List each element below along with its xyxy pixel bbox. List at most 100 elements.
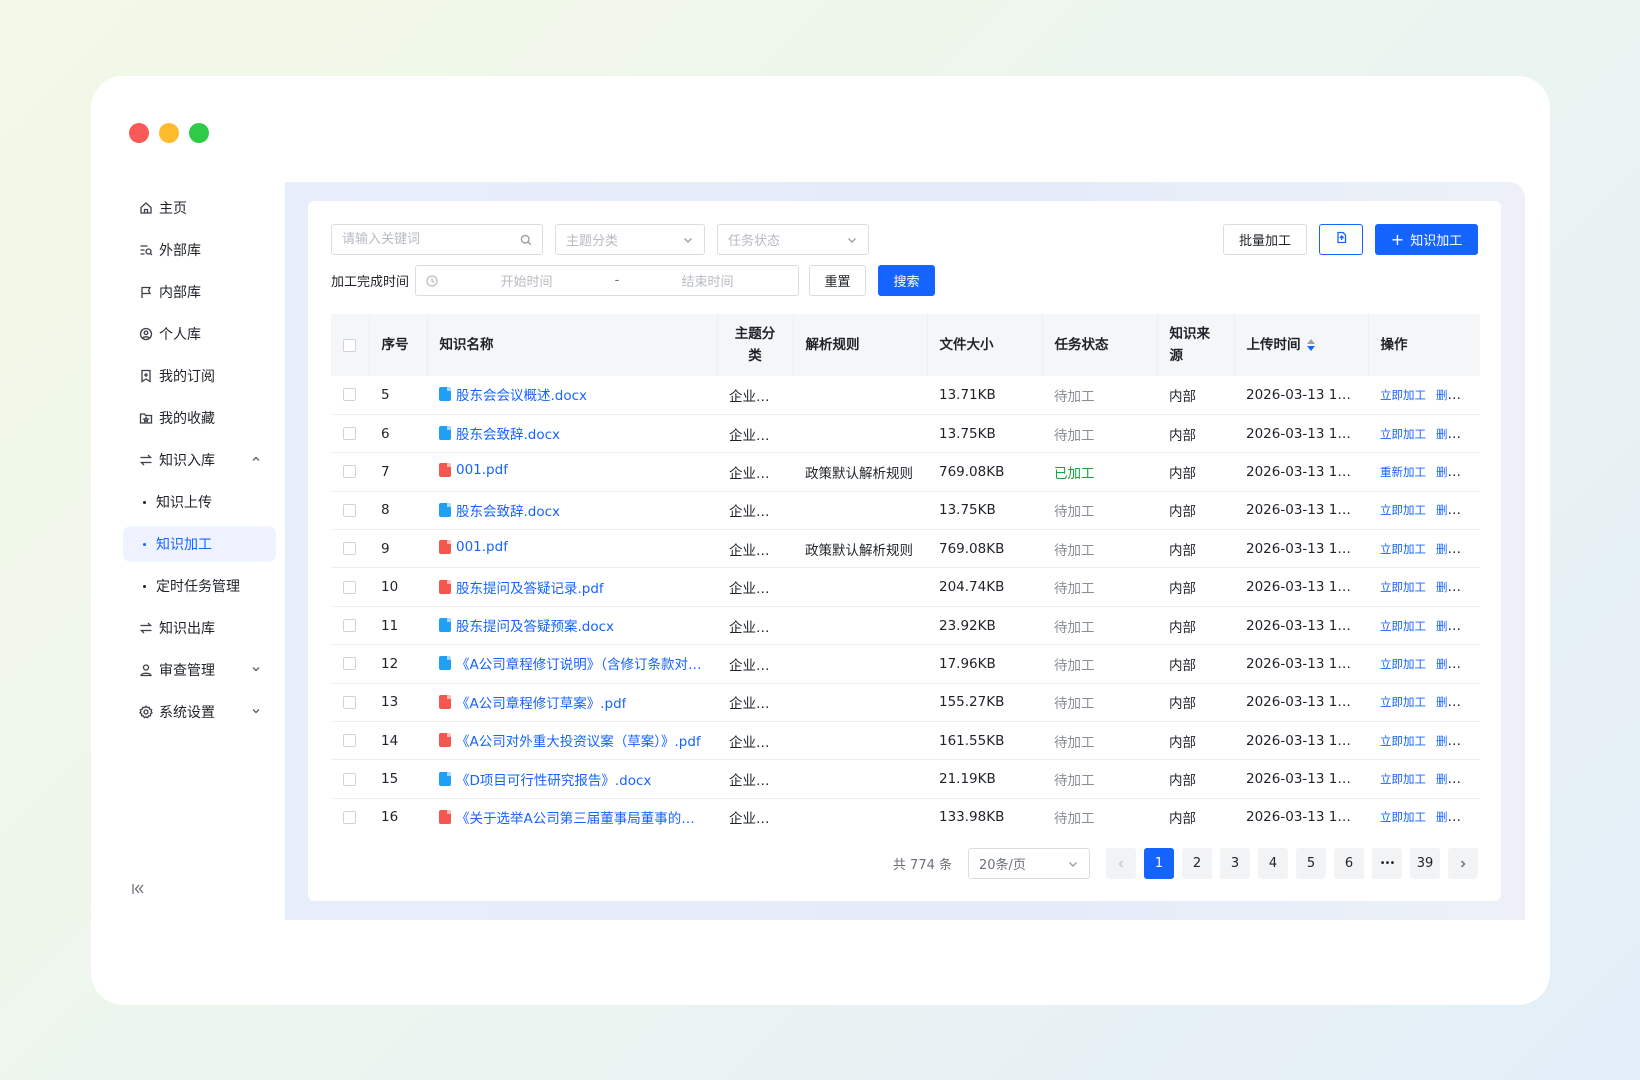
row-select-cell[interactable] [331, 683, 369, 721]
row-checkbox[interactable] [343, 427, 356, 441]
select-all-cell[interactable] [331, 314, 370, 376]
file-name-link[interactable]: 《A公司对外重大投资议案（草案）》.pdf [439, 730, 701, 750]
batch-process-button[interactable]: 批量加工 [1223, 224, 1307, 255]
process-button[interactable]: 立即加工 [1380, 580, 1426, 594]
delete-button[interactable]: 删除 [1436, 657, 1459, 671]
sidebar-subitem-upload[interactable]: 知识上传 [123, 484, 276, 520]
page-button[interactable]: 5 [1296, 848, 1326, 879]
row-select-cell[interactable] [331, 376, 369, 414]
process-button[interactable]: 立即加工 [1380, 772, 1426, 786]
row-checkbox[interactable] [343, 503, 356, 517]
sidebar-item-settings[interactable]: 系统设置 [123, 694, 276, 730]
row-select-cell[interactable] [331, 760, 369, 798]
sidebar-subitem-scheduled-tasks[interactable]: 定时任务管理 [123, 568, 276, 604]
col-header-upload-time[interactable]: 上传时间 [1234, 314, 1369, 376]
process-button[interactable]: 重新加工 [1380, 465, 1426, 479]
row-select-cell[interactable] [331, 530, 369, 568]
next-page-button[interactable] [1448, 848, 1478, 879]
close-dot[interactable] [129, 123, 149, 143]
process-button[interactable]: 立即加工 [1380, 734, 1426, 748]
file-name-link[interactable]: 股东会会议概述.docx [439, 384, 587, 404]
reset-button[interactable]: 重置 [809, 265, 867, 296]
file-name-link[interactable]: 《A公司章程修订草案》.pdf [439, 692, 626, 712]
delete-button[interactable]: 删除 [1436, 619, 1459, 633]
row-select-cell[interactable] [331, 798, 369, 830]
chevron-down-icon[interactable] [250, 705, 262, 717]
end-date-input[interactable]: 结束时间 [627, 271, 788, 290]
row-select-cell[interactable] [331, 606, 369, 644]
file-name-link[interactable]: 股东提问及答疑预案.docx [439, 615, 614, 635]
row-checkbox[interactable] [343, 388, 356, 402]
file-name-link[interactable]: 001.pdf [439, 462, 508, 478]
row-select-cell[interactable] [331, 491, 369, 529]
process-button[interactable]: 立即加工 [1380, 542, 1426, 556]
sidebar-item-home[interactable]: 主页 [123, 190, 276, 226]
select-all-checkbox[interactable] [343, 338, 356, 352]
sidebar-item-review[interactable]: 审查管理 [123, 652, 276, 688]
row-checkbox[interactable] [343, 465, 356, 479]
page-button[interactable]: 4 [1258, 848, 1288, 879]
process-button[interactable]: 立即加工 [1380, 388, 1426, 402]
row-select-cell[interactable] [331, 645, 369, 683]
delete-button[interactable]: 删除 [1436, 427, 1459, 441]
row-select-cell[interactable] [331, 722, 369, 760]
delete-button[interactable]: 删除 [1436, 542, 1459, 556]
chevron-down-icon[interactable] [250, 663, 262, 675]
keyword-search-field[interactable] [331, 224, 543, 255]
file-name-link[interactable]: 《关于选举A公司第三届董事局董事的议案》.pdf [439, 807, 705, 827]
row-checkbox[interactable] [343, 619, 356, 633]
maximize-dot[interactable] [189, 123, 209, 143]
sidebar-item-external[interactable]: 外部库 [123, 232, 276, 268]
delete-button[interactable]: 删除 [1436, 388, 1459, 402]
delete-button[interactable]: 删除 [1436, 810, 1459, 824]
row-checkbox[interactable] [343, 542, 356, 556]
page-button[interactable]: 2 [1182, 848, 1212, 879]
process-button[interactable]: 立即加工 [1380, 427, 1426, 441]
search-input[interactable] [342, 232, 512, 247]
row-checkbox[interactable] [343, 810, 356, 824]
more-pages-icon[interactable]: ••• [1372, 848, 1402, 879]
add-knowledge-button[interactable]: + 知识加工 [1375, 224, 1478, 255]
search-icon[interactable] [520, 234, 532, 246]
sidebar-item-personal[interactable]: 个人库 [123, 316, 276, 352]
sidebar-item-internal[interactable]: 内部库 [123, 274, 276, 310]
row-select-cell[interactable] [331, 568, 369, 606]
row-checkbox[interactable] [343, 695, 356, 709]
minimize-dot[interactable] [159, 123, 179, 143]
export-button[interactable] [1319, 224, 1363, 255]
status-select[interactable]: 任务状态 [717, 224, 869, 255]
page-button[interactable]: 3 [1220, 848, 1250, 879]
file-name-link[interactable]: 《D项目可行性研究报告》.docx [439, 769, 651, 789]
delete-button[interactable]: 删除 [1436, 695, 1459, 709]
page-size-select[interactable]: 20条/页 [968, 848, 1090, 879]
sidebar-item-knowledge-out[interactable]: 知识出库 [123, 610, 276, 646]
row-select-cell[interactable] [331, 414, 369, 452]
sidebar-item-favorites[interactable]: 我的收藏 [123, 400, 276, 436]
process-button[interactable]: 立即加工 [1380, 695, 1426, 709]
search-button[interactable]: 搜索 [878, 265, 936, 296]
prev-page-button[interactable] [1106, 848, 1136, 879]
delete-button[interactable]: 删除 [1436, 772, 1459, 786]
row-checkbox[interactable] [343, 734, 356, 748]
file-name-link[interactable]: 股东会致辞.docx [439, 500, 560, 520]
delete-button[interactable]: 删除 [1436, 580, 1459, 594]
file-name-link[interactable]: 股东会致辞.docx [439, 423, 560, 443]
process-button[interactable]: 立即加工 [1380, 619, 1426, 633]
date-range-picker[interactable]: 开始时间 - 结束时间 [415, 265, 800, 296]
row-checkbox[interactable] [343, 580, 356, 594]
delete-button[interactable]: 删除 [1436, 465, 1459, 479]
sidebar-item-subscriptions[interactable]: 我的订阅 [123, 358, 276, 394]
file-name-link[interactable]: 股东提问及答疑记录.pdf [439, 577, 604, 597]
process-button[interactable]: 立即加工 [1380, 657, 1426, 671]
collapse-sidebar-icon[interactable] [131, 882, 145, 896]
file-name-link[interactable]: 《A公司章程修订说明》（含修订条款对照表）.docx [439, 653, 705, 673]
chevron-up-icon[interactable] [250, 453, 262, 465]
process-button[interactable]: 立即加工 [1380, 503, 1426, 517]
delete-button[interactable]: 删除 [1436, 734, 1459, 748]
sidebar-item-knowledge-in[interactable]: 知识入库 [123, 442, 276, 478]
sidebar-subitem-processing[interactable]: 知识加工 [123, 526, 276, 562]
process-button[interactable]: 立即加工 [1380, 810, 1426, 824]
page-button[interactable]: 1 [1144, 848, 1174, 879]
topic-select[interactable]: 主题分类 [555, 224, 705, 255]
row-checkbox[interactable] [343, 772, 356, 786]
